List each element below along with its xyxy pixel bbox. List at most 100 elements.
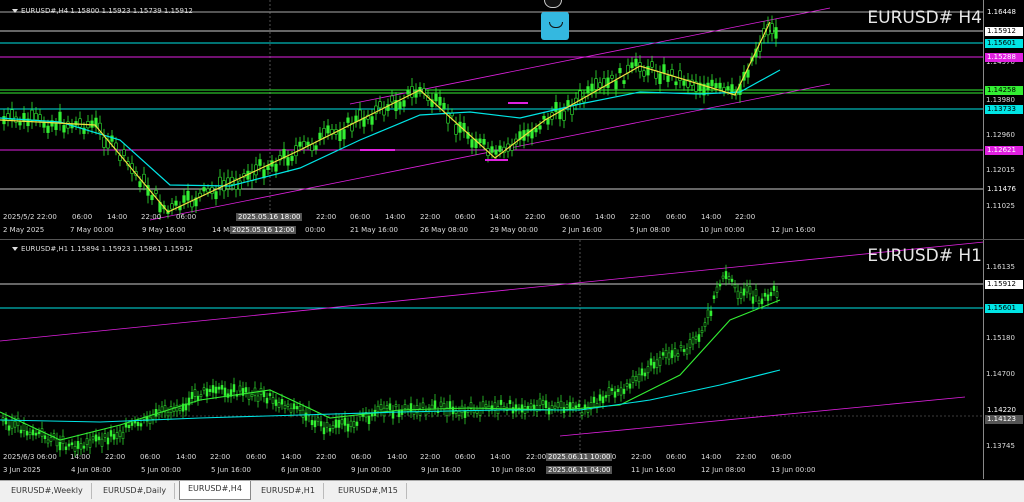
candle-body: [406, 90, 410, 95]
time-tick-label: 06:00: [560, 213, 581, 221]
time-tick-label: 14:00: [385, 213, 406, 221]
price-tick-label: 1.11025: [986, 202, 1015, 210]
candle-body: [618, 68, 622, 74]
candle-body: [244, 387, 248, 393]
price-tag: 1.13733: [985, 105, 1023, 114]
date-tick-label: 9 Jun 00:00: [351, 466, 392, 474]
candle-body: [76, 441, 80, 449]
candle-body: [223, 387, 227, 396]
candle-body: [482, 138, 486, 145]
candle-body: [727, 276, 731, 280]
time-tick-label: 22:00: [316, 213, 337, 221]
candle-body: [775, 291, 779, 298]
date-tick-label: 29 May 00:00: [490, 226, 539, 234]
price-tick-label: 1.16135: [986, 263, 1015, 271]
candle-body: [103, 433, 107, 438]
candle-body: [586, 86, 590, 94]
candle-body: [463, 410, 467, 418]
candle-body: [770, 23, 774, 34]
candle-body: [578, 90, 582, 101]
candle-body: [150, 195, 154, 201]
date-axis-h1[interactable]: 3 Jun 2025 4 Jun 08:00 5 Jun 00:00 5 Jun 16…: [0, 466, 984, 478]
candle-body: [403, 404, 407, 409]
candle-body: [298, 141, 302, 147]
date-tick-label: 5 Jun 00:00: [141, 466, 182, 474]
candle-body: [302, 141, 306, 148]
candle-body: [748, 286, 752, 295]
chart-panel-h4[interactable]: EURUSD#,H4 1.15800 1.15923 1.15739 1.159…: [0, 0, 1024, 240]
candle-body: [46, 125, 50, 133]
eye-indicator-icon[interactable]: [541, 12, 569, 40]
chart-tab[interactable]: EURUSD#,Weekly: [3, 483, 92, 499]
date-tick-label: 9 May 16:00: [142, 226, 186, 234]
chart-panel-h1[interactable]: EURUSD#,H1 1.15894 1.15923 1.15861 1.159…: [0, 240, 1024, 479]
candle-body: [379, 404, 383, 411]
price-chart-h1[interactable]: [0, 240, 984, 479]
candle-body: [604, 395, 608, 398]
chart-tab-bar: EURUSD#,Weekly EURUSD#,Daily EURUSD#,H4 EUR…: [0, 480, 1024, 502]
candle-body: [760, 298, 764, 305]
candle-body: [34, 432, 38, 436]
price-tag: 1.15912: [985, 27, 1023, 36]
candle-body: [553, 405, 557, 409]
candle-body: [544, 400, 548, 408]
time-tick-label: 22:00: [105, 453, 126, 461]
candle-body: [130, 422, 134, 426]
candle-body: [718, 82, 722, 89]
price-tag: 1.15601: [985, 304, 1023, 313]
candle-body: [650, 61, 654, 68]
candle-body: [346, 423, 350, 432]
candle-body: [494, 149, 498, 155]
candle-body: [367, 415, 371, 425]
date-tick-label: 13 Jun 00:00: [771, 466, 816, 474]
candle-body: [232, 384, 236, 393]
candle-body: [457, 411, 461, 416]
candle-body: [640, 368, 644, 376]
chart-tab[interactable]: EURUSD#,Daily: [95, 483, 176, 499]
time-tick-label: 06:00: [176, 213, 197, 221]
candle-body: [631, 375, 635, 383]
candle-body: [349, 420, 353, 427]
candle-body: [718, 283, 722, 287]
time-axis-h4[interactable]: 2025/5/2 22:00 06:00 14:00 22:00 06:00 14:00 2…: [0, 213, 984, 225]
date-tick-label: 9 Jun 16:00: [421, 466, 462, 474]
candle-body: [110, 135, 114, 142]
candle-body: [58, 441, 62, 451]
candle-body: [715, 286, 719, 293]
price-chart-h4[interactable]: [0, 0, 984, 239]
candle-body: [490, 146, 494, 153]
time-axis-h1[interactable]: 2025/6/3 06:00 14:00 22:00 06:00 14:00 22:00 0…: [0, 453, 984, 465]
candle-body: [398, 101, 402, 109]
chart-tab[interactable]: EURUSD#,H1: [253, 483, 324, 499]
candle-body: [757, 300, 761, 305]
candle-body: [46, 439, 50, 444]
candle-body: [7, 425, 11, 431]
date-axis-h4[interactable]: 2 May 2025 7 May 00:00 9 May 16:00 14 May 00…: [0, 226, 984, 238]
candle-body: [338, 129, 342, 142]
chart-tab[interactable]: EURUSD#,M15: [330, 483, 407, 499]
candle-body: [334, 419, 338, 428]
candle-body: [478, 138, 482, 144]
chart-tab[interactable]: EURUSD#,H4: [179, 481, 251, 500]
candle-body: [538, 398, 542, 406]
price-axis-h1[interactable]: 1.16135 1.15180 1.14700 1.13745 1.15912 1.156…: [983, 240, 1024, 479]
candle-body: [622, 80, 626, 84]
candle-body: [670, 69, 674, 76]
time-tick-label: 14:00: [281, 453, 302, 461]
candle-body: [520, 404, 524, 413]
candle-body: [55, 438, 59, 447]
candle-body: [661, 352, 665, 356]
candle-body: [502, 405, 506, 409]
time-tick-label: 2025/6/3 06:00: [3, 453, 57, 461]
candle-body: [430, 404, 434, 412]
candle-body: [325, 422, 329, 428]
candle-body: [580, 412, 584, 416]
candle-body: [58, 111, 62, 123]
candle-body: [94, 434, 98, 442]
candle-body: [97, 436, 101, 441]
price-axis-h4[interactable]: 1.14970 1.13980 1.12960 1.12015 1.11025 1.164…: [983, 0, 1024, 239]
candle-body: [559, 400, 563, 408]
candle-body: [610, 388, 614, 392]
candle-body: [460, 405, 464, 414]
candle-body: [565, 404, 569, 408]
